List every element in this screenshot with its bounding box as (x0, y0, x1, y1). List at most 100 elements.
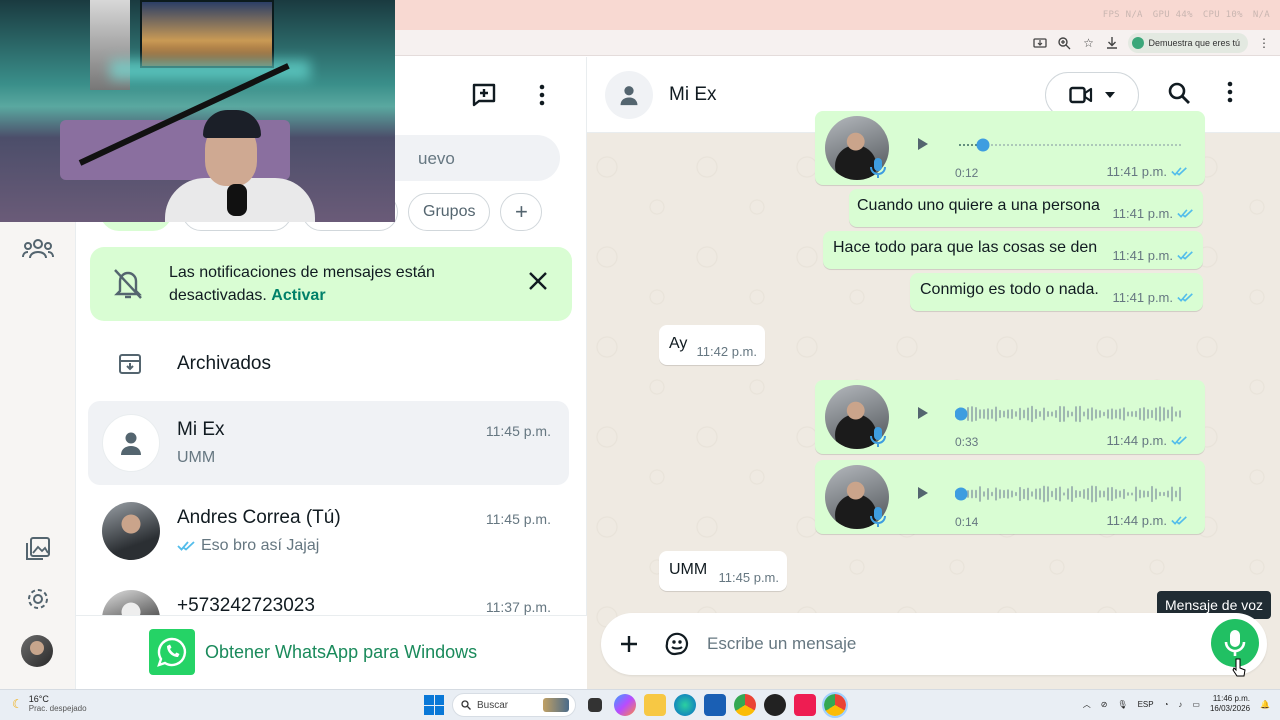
waveform-bar (975, 407, 977, 421)
waveform-bar (995, 487, 997, 501)
chrome-icon[interactable] (734, 694, 756, 716)
waveform-bar (1043, 485, 1045, 503)
chat-preview: UMM (177, 449, 215, 467)
install-app-icon[interactable] (1032, 35, 1048, 51)
waveform-bar (1031, 491, 1033, 497)
waveform-bar (1127, 492, 1129, 496)
start-button[interactable] (424, 695, 444, 715)
bell-off-icon (112, 267, 144, 306)
message-text: Conmigo es todo o nada. (920, 281, 1099, 298)
waveform-bar (995, 406, 997, 422)
language-indicator[interactable]: ESP (1138, 700, 1154, 709)
archived-label: Archivados (177, 353, 271, 374)
mouse-cursor-icon (1232, 658, 1246, 677)
new-chat-icon[interactable] (470, 81, 498, 109)
media-gallery-icon[interactable] (18, 529, 58, 569)
webcam-overlay (0, 0, 395, 222)
obs-icon[interactable] (764, 694, 786, 716)
waveform-bar (967, 144, 969, 146)
weather-sun-icon: ☾ (12, 697, 23, 711)
tiktok-icon[interactable] (794, 694, 816, 716)
waveform-bar (1163, 407, 1165, 421)
bookmark-star-icon[interactable]: ☆ (1080, 35, 1096, 51)
voice-waveform[interactable] (955, 135, 1183, 155)
play-icon[interactable] (917, 137, 929, 151)
sticker-emoji-icon[interactable] (663, 630, 691, 663)
menu-kebab-icon[interactable] (528, 81, 556, 109)
message-time-text: 11:41 p.m. (1112, 290, 1173, 305)
settings-gear-icon[interactable] (18, 579, 58, 619)
network-icon[interactable]: ⊘ (1101, 700, 1108, 709)
contact-avatar (102, 590, 160, 615)
video-camera-icon (1069, 86, 1093, 104)
waveform-bar (987, 408, 989, 420)
waveform-bar (1047, 144, 1049, 146)
chat-item-mi-ex[interactable]: Mi Ex 11:45 p.m. UMM (88, 401, 569, 485)
waveform-bar (1027, 407, 1029, 421)
play-icon[interactable] (917, 486, 929, 500)
waveform-bar (995, 144, 997, 146)
download-icon[interactable] (1104, 35, 1120, 51)
waveform-bar (1107, 144, 1109, 146)
tray-chevron-up-icon[interactable]: ︿ (1083, 699, 1091, 710)
waveform-bar (979, 486, 981, 502)
waveform-bar (1179, 410, 1181, 418)
waveform-bar (1035, 488, 1037, 500)
battery-icon[interactable]: ▭ (1192, 700, 1200, 709)
waveform-bar (1023, 488, 1025, 500)
filter-chip-groups[interactable]: Grupos (408, 193, 491, 231)
attach-plus-icon[interactable] (615, 630, 643, 663)
chat-time: 11:45 p.m. (485, 511, 551, 527)
enable-notifications-link[interactable]: Activar (271, 287, 325, 304)
task-view-icon[interactable] (588, 698, 602, 712)
volume-icon[interactable]: ♪ (1178, 700, 1182, 709)
waveform-bar (1123, 144, 1125, 146)
copilot-icon[interactable] (614, 694, 636, 716)
add-filter-button[interactable]: + (500, 193, 543, 231)
archived-row[interactable]: Archivados (76, 334, 587, 394)
notifications-bell-icon[interactable]: 🔔 (1260, 700, 1270, 709)
edge-browser-icon[interactable] (674, 694, 696, 716)
waveform-bar (1115, 144, 1117, 146)
voice-waveform[interactable] (955, 404, 1183, 424)
conversation-menu-icon[interactable] (1227, 81, 1233, 108)
voice-waveform[interactable] (955, 484, 1183, 504)
chat-item-number[interactable]: +573242723023 11:37 p.m. (88, 577, 569, 615)
waveform-bar (1007, 409, 1009, 419)
chrome-active-icon[interactable] (822, 692, 848, 718)
communities-icon[interactable] (18, 229, 58, 269)
store-icon[interactable] (704, 694, 726, 716)
waveform-bar (1151, 485, 1153, 503)
waveform-bar (1075, 406, 1077, 422)
waveform-bar (1107, 409, 1109, 419)
search-highlight-icon (543, 698, 569, 712)
message-time-text: 11:41 p.m. (1106, 164, 1167, 179)
file-explorer-icon[interactable] (644, 694, 666, 716)
play-icon[interactable] (917, 406, 929, 420)
message-time: 11:41 p.m. (1107, 164, 1189, 179)
weather-widget[interactable]: ☾ 16°C Prac. despejado (12, 694, 87, 714)
system-clock[interactable]: 11:46 p.m. 16/03/2026 (1210, 694, 1250, 714)
waveform-bar (1075, 144, 1077, 146)
verify-human-button[interactable]: Demuestra que eres tú (1128, 33, 1248, 53)
windows-app-banner[interactable]: Obtener WhatsApp para Windows (76, 615, 587, 689)
search-icon[interactable] (1167, 81, 1191, 110)
profile-avatar[interactable] (21, 635, 53, 667)
zoom-icon[interactable] (1056, 35, 1072, 51)
waveform-bar (1127, 144, 1129, 146)
waveform-bar (1035, 408, 1037, 420)
message-input[interactable] (707, 631, 1187, 657)
microphone-icon (1224, 630, 1246, 656)
chat-item-andres-correa[interactable]: Andres Correa (Tú) 11:45 p.m. Eso bro as… (88, 489, 569, 573)
taskbar-search[interactable]: Buscar (452, 693, 576, 717)
browser-menu-icon[interactable]: ⋮ (1256, 35, 1272, 51)
close-icon[interactable] (528, 271, 552, 295)
waveform-bar (1155, 144, 1157, 146)
mic-tray-icon[interactable]: 🎙 (1117, 700, 1127, 709)
waveform-bar (1099, 410, 1101, 418)
waveform-bar (959, 144, 961, 146)
waveform-bar (1123, 488, 1125, 500)
wifi-icon[interactable]: ◔ (1164, 700, 1169, 709)
waveform-bar (1059, 405, 1061, 423)
windows-taskbar: ☾ 16°C Prac. despejado Buscar ︿ ⊘ 🎙 ESP … (0, 689, 1280, 720)
